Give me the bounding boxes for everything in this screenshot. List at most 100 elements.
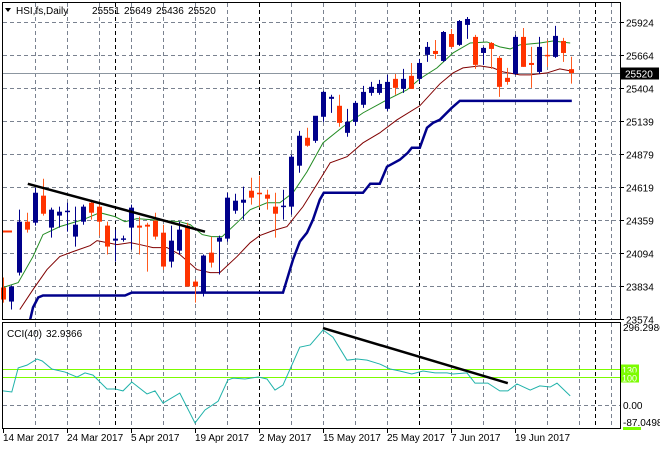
symbol-label: HSI,fs,Daily	[16, 6, 68, 17]
candle-bullish[interactable]	[17, 209, 22, 276]
candle-bearish[interactable]	[257, 175, 262, 208]
candle-bullish[interactable]	[289, 154, 294, 215]
axes: 25924 25664 25404 25139 24879 24619 24359 24094…	[3, 19, 660, 444]
cci-min-marker	[623, 427, 641, 430]
cci-trendline	[322, 326, 509, 385]
candle-body	[1, 287, 6, 300]
candle-bullish[interactable]	[121, 235, 126, 242]
candle-bearish[interactable]	[529, 46, 534, 88]
candle-bullish[interactable]	[57, 206, 62, 228]
date-tick-label: 19 Jun 2017	[515, 433, 570, 444]
candle-bullish[interactable]	[425, 41, 430, 62]
candle-bearish[interactable]	[561, 37, 566, 62]
candle-bullish[interactable]	[9, 285, 14, 310]
candle-bullish[interactable]	[217, 235, 222, 275]
candle-bullish[interactable]	[385, 74, 390, 111]
candle-bullish[interactable]	[73, 206, 78, 247]
candle-bullish[interactable]	[297, 130, 302, 173]
candle-bearish[interactable]	[25, 212, 30, 233]
candle-body	[361, 91, 366, 105]
candle-bearish[interactable]	[249, 177, 254, 205]
candle-bearish[interactable]	[569, 56, 574, 84]
candle-bullish[interactable]	[361, 85, 366, 108]
candle-bearish[interactable]	[545, 39, 550, 67]
candle-bearish[interactable]	[1, 277, 6, 303]
candle-bullish[interactable]	[33, 187, 38, 226]
candle-bullish[interactable]	[457, 19, 462, 46]
triangle-down-icon[interactable]	[5, 8, 11, 12]
candle-bullish[interactable]	[417, 58, 422, 83]
candle-bearish[interactable]	[97, 201, 102, 236]
candle-bearish[interactable]	[137, 216, 142, 255]
candle-body	[529, 62, 534, 65]
candle-body	[97, 206, 102, 222]
candle-bearish[interactable]	[41, 178, 46, 216]
candle-bullish[interactable]	[313, 115, 318, 143]
candle-body	[121, 238, 126, 240]
chart-header: HSI,fs,Daily 25551 25649 25436 25520	[5, 6, 216, 17]
candle-bearish[interactable]	[449, 28, 454, 48]
candle-bullish[interactable]	[441, 30, 446, 62]
candle-body	[401, 78, 406, 89]
candle-bearish[interactable]	[409, 62, 414, 89]
candle-bearish[interactable]	[521, 27, 526, 67]
candle-body	[425, 46, 430, 55]
candle-bearish[interactable]	[265, 189, 270, 210]
candle-body	[137, 225, 142, 228]
candle-body	[201, 255, 206, 293]
candle-bearish[interactable]	[161, 224, 166, 270]
price-panel-border	[2, 2, 621, 320]
candle-body	[521, 36, 526, 67]
candle-body	[553, 35, 558, 57]
price-tick-label: 25924	[626, 19, 654, 30]
candle-bullish[interactable]	[169, 225, 174, 268]
candle-bullish[interactable]	[369, 81, 374, 96]
cci-name: CCI(40)	[7, 329, 42, 340]
cci-level-label: 100	[622, 374, 637, 384]
candle-bullish[interactable]	[81, 204, 86, 225]
candle-bearish[interactable]	[185, 222, 190, 287]
candle-bullish[interactable]	[401, 68, 406, 93]
candle-bearish[interactable]	[337, 94, 342, 127]
cci-tick-label: 296.2986	[623, 323, 660, 334]
candle-body	[177, 229, 182, 251]
candle-bullish[interactable]	[321, 90, 326, 122]
candle-bullish[interactable]	[201, 254, 206, 297]
candle-bullish[interactable]	[113, 229, 118, 262]
chart-canvas: 25924 25664 25404 25139 24879 24619 24359 24094…	[1, 2, 660, 444]
candle-bullish[interactable]	[225, 192, 230, 242]
price-tick-label: 24359	[626, 217, 654, 228]
candle-bullish[interactable]	[281, 189, 286, 220]
close-value: 25520	[188, 6, 216, 17]
price-tick-label: 23834	[626, 283, 654, 294]
candle-bullish[interactable]	[177, 221, 182, 255]
candle-body	[273, 206, 278, 214]
candle-bearish[interactable]	[193, 279, 198, 303]
cci-panel[interactable]	[2, 326, 620, 424]
candle-bullish[interactable]	[513, 34, 518, 75]
candle-bullish[interactable]	[49, 207, 54, 238]
candle-bearish[interactable]	[497, 55, 502, 97]
candle-body	[41, 195, 46, 214]
candle-bearish[interactable]	[433, 39, 438, 59]
candle-body	[89, 202, 94, 213]
candle-bullish[interactable]	[65, 202, 70, 232]
price-panel[interactable]	[1, 16, 620, 330]
candle-bearish[interactable]	[305, 127, 310, 147]
candle-body	[289, 156, 294, 207]
candle-bullish[interactable]	[233, 193, 238, 214]
candle-body	[49, 209, 54, 228]
candle-bullish[interactable]	[345, 108, 350, 137]
candle-bearish[interactable]	[393, 73, 398, 95]
candle-body	[297, 135, 302, 166]
candle-bullish[interactable]	[377, 79, 382, 95]
candle-bullish[interactable]	[553, 25, 558, 58]
candle-bullish[interactable]	[329, 94, 334, 113]
candle-bearish[interactable]	[105, 221, 110, 255]
candle-bearish[interactable]	[473, 34, 478, 69]
candle-bullish[interactable]	[353, 100, 358, 126]
candle-body	[105, 225, 110, 247]
candle-bearish[interactable]	[505, 67, 510, 85]
candle-bearish[interactable]	[209, 236, 214, 268]
candle-bullish[interactable]	[465, 16, 470, 39]
